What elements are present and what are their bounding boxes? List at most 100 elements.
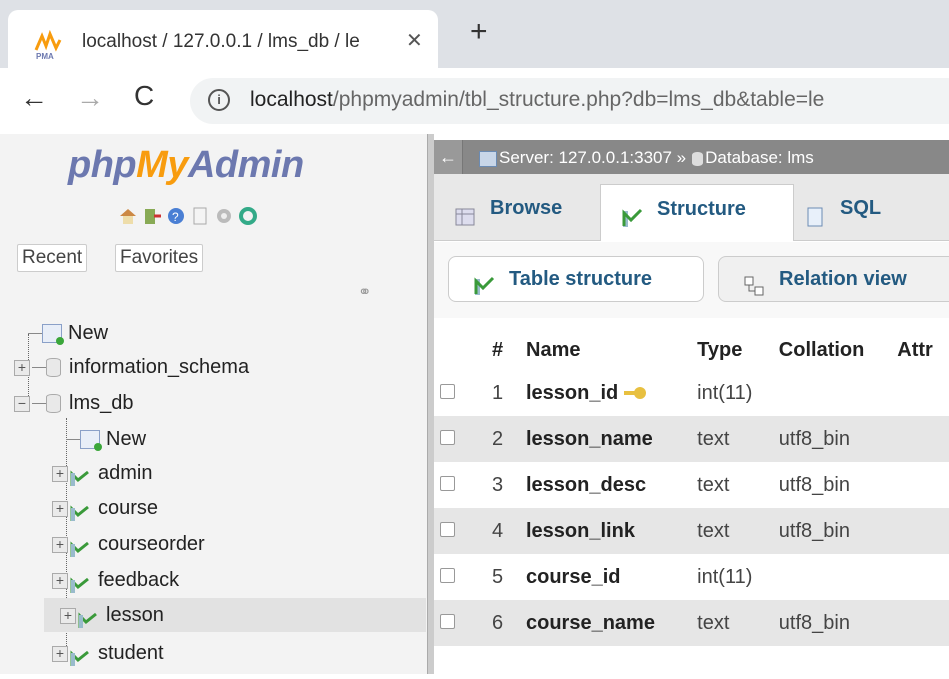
expand-icon[interactable]: + [60, 607, 76, 624]
reload-nav-icon[interactable] [238, 206, 258, 226]
field-name: course_id [526, 565, 621, 588]
field-attributes [891, 370, 949, 416]
table-row: 3 lesson_desc text utf8_bin [434, 462, 949, 508]
subtab-label: Table structure [509, 268, 652, 290]
field-name-cell: lesson_desc [520, 462, 692, 508]
tree-item-lesson[interactable]: + lesson [44, 598, 426, 632]
table-icon [70, 572, 90, 593]
url-text[interactable]: localhost/phpmyadmin/tbl_structure.php?d… [250, 88, 824, 112]
tab-structure[interactable]: Structure [600, 184, 794, 241]
tree-item-courseorder[interactable]: + courseorder [52, 527, 205, 561]
collapse-nav-icon[interactable]: ← [434, 140, 463, 174]
url-path: /phpmyadmin/tbl_structure.php?db=lms_db&… [332, 88, 825, 111]
phpmyadmin-logo[interactable]: phpMyAdmin [68, 144, 304, 187]
tree-item-admin[interactable]: + admin [52, 456, 152, 490]
expand-icon[interactable]: + [14, 359, 30, 376]
subtab-relation-view[interactable]: Relation view [718, 256, 949, 302]
svg-text:PMA: PMA [36, 52, 54, 60]
tree-item-information-schema[interactable]: + information_schema [14, 350, 249, 384]
address-bar[interactable]: i localhost/phpmyadmin/tbl_structure.php… [190, 78, 949, 124]
link-with-main-panel-icon[interactable]: ⚭ [358, 282, 371, 302]
column-header-name[interactable]: Name [520, 330, 691, 370]
row-number: 3 [486, 462, 520, 508]
browser-tab[interactable]: PMA localhost / 127.0.0.1 / lms_db / le … [8, 10, 438, 68]
column-header-type[interactable]: Type [691, 330, 773, 370]
tree-item-feedback[interactable]: + feedback [52, 563, 179, 597]
row-checkbox[interactable] [440, 475, 455, 491]
expand-icon[interactable]: + [52, 645, 68, 662]
back-button[interactable]: ← [20, 82, 48, 114]
row-checkbox[interactable] [440, 383, 455, 399]
expand-icon[interactable]: + [52, 572, 68, 589]
server-icon [479, 150, 497, 167]
row-checkbox-cell [434, 554, 486, 600]
table-row: 2 lesson_name text utf8_bin [434, 416, 949, 462]
breadcrumb-server[interactable]: Server: 127.0.0.1:3307 » [499, 148, 686, 167]
new-table-icon [80, 430, 102, 452]
field-collation: utf8_bin [772, 416, 892, 462]
tree-item-label: lesson [106, 604, 164, 626]
tree-connector [32, 366, 46, 369]
logo-admin: Admin [187, 144, 304, 186]
relation-icon [743, 269, 765, 296]
field-collation: utf8_bin [772, 508, 892, 554]
documentation-icon[interactable] [190, 206, 210, 226]
tree-item-label: student [98, 642, 164, 664]
column-header-attributes[interactable]: Attr [891, 330, 949, 370]
tree-item-lms-db[interactable]: − lms_db [14, 386, 133, 420]
tab-close-icon[interactable]: ✕ [406, 28, 423, 53]
tree-item-new-database[interactable]: New [28, 316, 108, 350]
column-header-collation[interactable]: Collation [773, 330, 891, 370]
tab-sql[interactable]: SQL [804, 184, 924, 240]
field-collation: utf8_bin [772, 600, 892, 646]
tree-item-label: New [106, 428, 147, 450]
main-panel: ← Server: 127.0.0.1:3307 » Database: lms B… [434, 134, 949, 674]
subtab-table-structure[interactable]: Table structure [448, 256, 704, 302]
expand-icon[interactable]: + [52, 465, 68, 482]
tree-item-new-table[interactable]: New [66, 422, 146, 456]
field-attributes [891, 508, 949, 554]
tree-item-course[interactable]: + course [52, 491, 158, 525]
recent-tables-button[interactable]: Recent [17, 244, 88, 272]
panel-resize-handle[interactable] [427, 134, 434, 674]
secondary-tabs: Table structure Relation view [434, 242, 949, 318]
svg-text:?: ? [172, 210, 179, 224]
logout-icon[interactable] [142, 206, 162, 226]
new-tab-button[interactable]: + [470, 17, 488, 47]
database-icon [46, 358, 61, 378]
field-type: text [691, 508, 773, 554]
expand-icon[interactable]: + [52, 500, 68, 517]
expand-icon[interactable]: + [52, 536, 68, 553]
tab-title: localhost / 127.0.0.1 / lms_db / le [82, 31, 360, 52]
forward-button[interactable]: → [76, 82, 104, 114]
sql-icon [804, 198, 826, 227]
row-checkbox[interactable] [440, 521, 455, 537]
tab-browse[interactable]: Browse [454, 184, 604, 240]
row-checkbox[interactable] [440, 567, 455, 583]
row-number: 4 [486, 508, 520, 554]
tree-item-student[interactable]: + student [52, 636, 164, 670]
table-header-row: # Name Type Collation Attr [434, 330, 949, 370]
row-checkbox[interactable] [440, 429, 455, 445]
tab-label: Structure [657, 198, 746, 220]
reload-button[interactable]: C [134, 80, 154, 112]
tree-item-label: admin [98, 462, 153, 484]
field-name: lesson_name [526, 427, 653, 450]
browser-chrome: PMA localhost / 127.0.0.1 / lms_db / le … [0, 0, 949, 134]
field-name: course_name [526, 611, 655, 634]
help-icon[interactable]: ? [166, 206, 186, 226]
favorite-tables-button[interactable]: Favorites [115, 244, 204, 272]
collapse-icon[interactable]: − [14, 395, 30, 412]
field-name: lesson_id [526, 381, 619, 404]
tree-item-label: information_schema [69, 356, 250, 378]
subtab-label: Relation view [779, 268, 907, 290]
navigation-panel: phpMyAdmin ? Recent Favorites ⚭ New + inf… [0, 134, 427, 674]
home-icon[interactable] [118, 206, 138, 226]
column-header-number[interactable]: # [486, 330, 520, 370]
breadcrumb-database[interactable]: Database: lms [705, 148, 814, 167]
settings-gear-icon[interactable] [214, 206, 234, 226]
row-checkbox[interactable] [440, 613, 455, 629]
row-number: 1 [486, 370, 520, 416]
row-checkbox-cell [434, 508, 486, 554]
info-icon[interactable]: i [208, 89, 230, 111]
